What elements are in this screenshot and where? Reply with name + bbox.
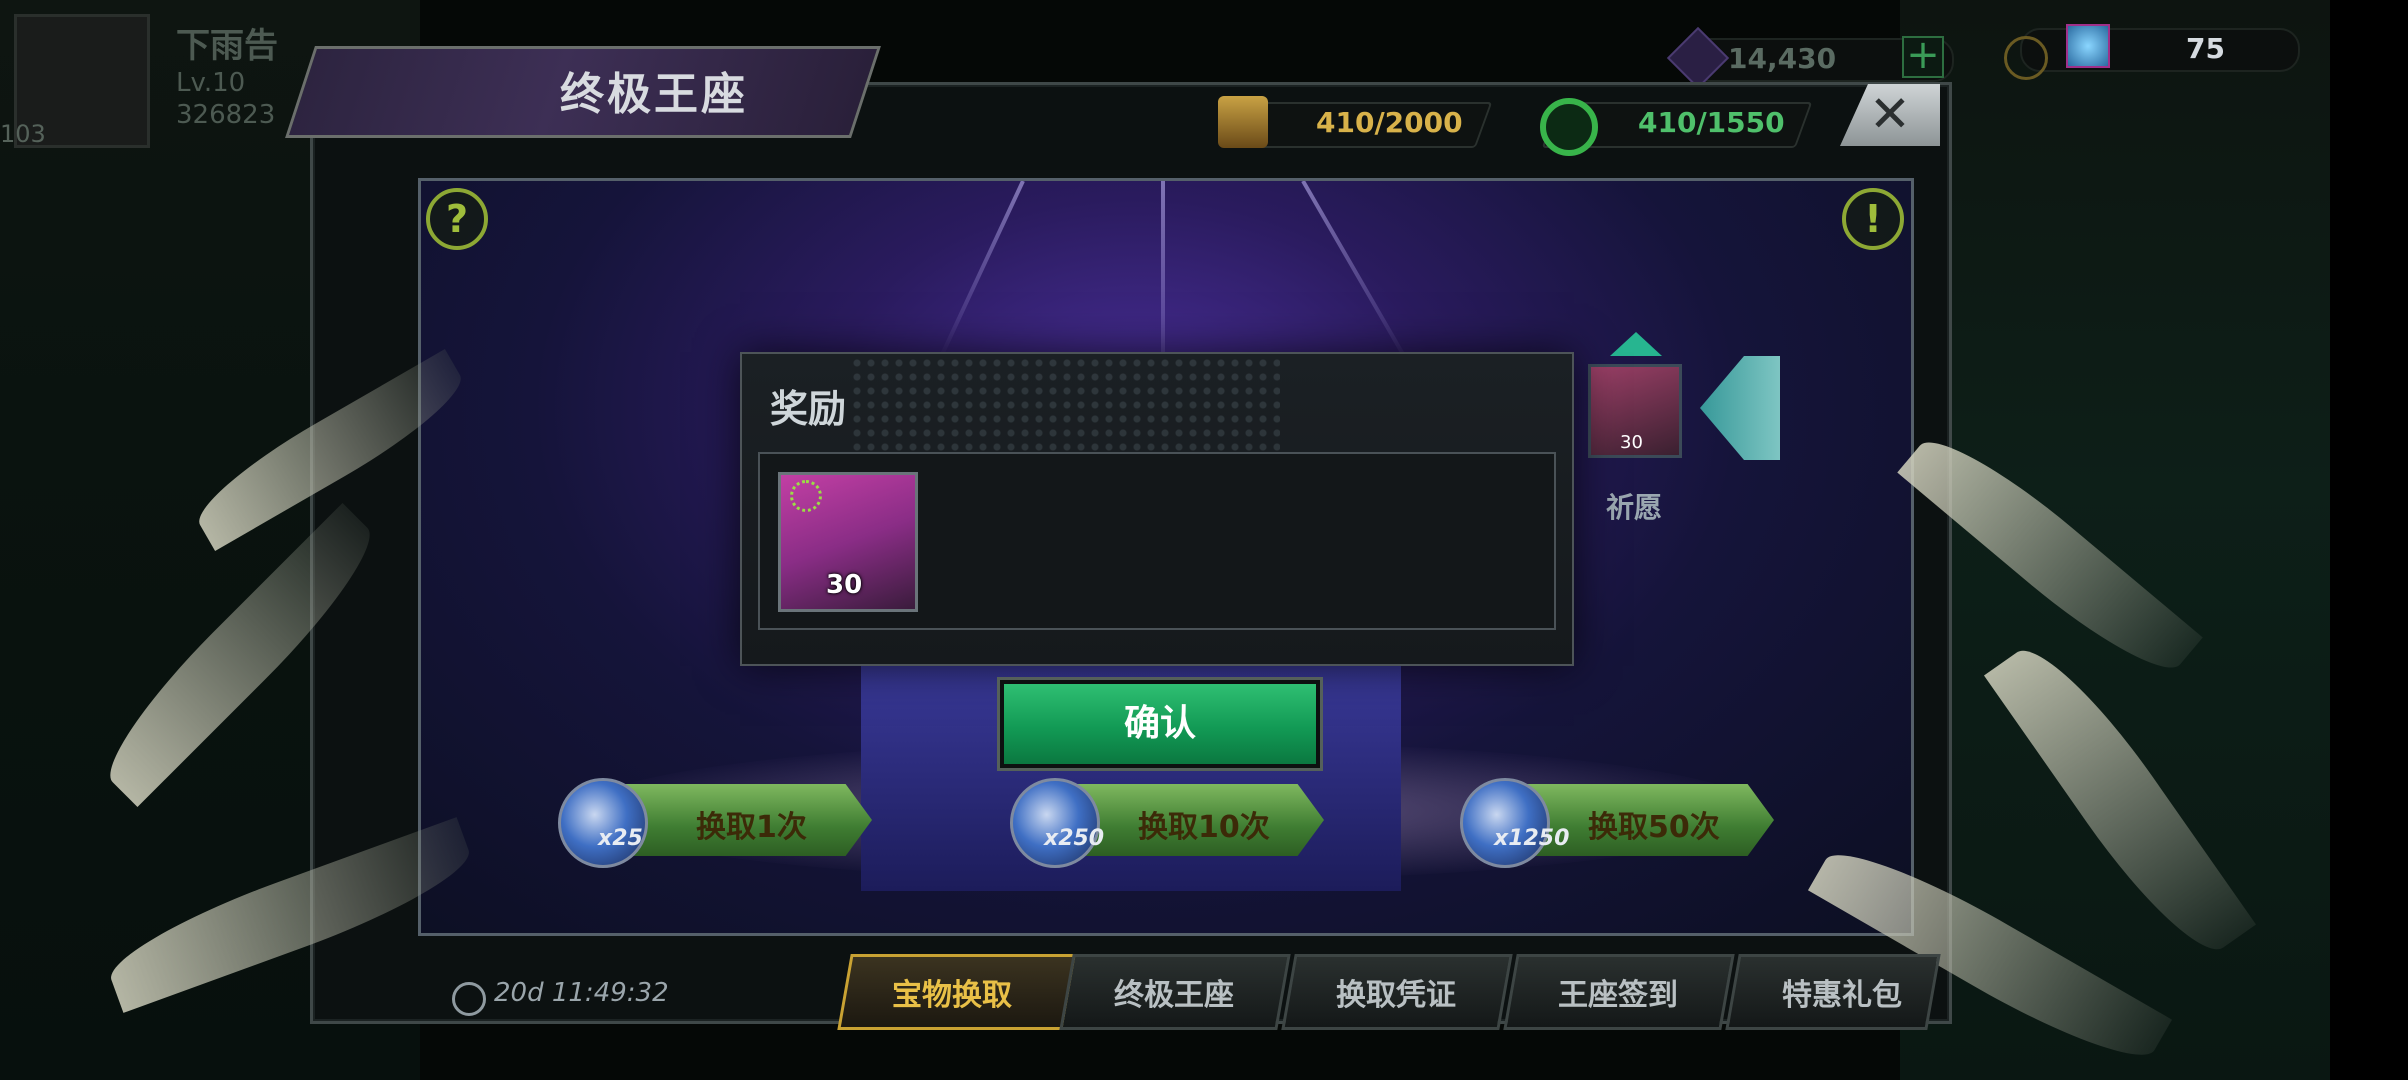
screen-edge [2330, 0, 2408, 1080]
exchange-10-label: 换取10次 [1138, 810, 1270, 845]
exchange-50-cost: x1250 [1494, 826, 1570, 851]
wish-card-count: 30 [1620, 432, 1643, 453]
tab-label: 终极王座 [1114, 978, 1234, 1013]
info-button[interactable]: ! [1842, 188, 1904, 250]
confirm-button[interactable]: 确认 [1000, 680, 1320, 768]
chevron-up-icon[interactable] [1610, 332, 1662, 356]
reward-count: 30 [826, 570, 863, 600]
premium-pill [2020, 28, 2300, 72]
crystal-icon [2066, 24, 2110, 68]
treasure-chest-icon [1218, 96, 1268, 148]
gems-value: 14,430 [1728, 42, 1837, 75]
wish-label[interactable]: 祈愿 [1606, 486, 1662, 526]
tab-label: 宝物换取 [892, 978, 1012, 1013]
orb-icon [1010, 778, 1100, 868]
modal-title: 奖励 [770, 387, 847, 431]
help-button[interactable]: ? [426, 188, 488, 250]
player-name: 下雨告 [176, 26, 278, 66]
token-icon [1540, 98, 1598, 156]
exchange-10-cost: x250 [1044, 826, 1105, 851]
tab-label: 换取凭证 [1336, 978, 1456, 1013]
coin-icon [2004, 36, 2048, 80]
event-timer: 20d 11:49:32 [494, 978, 669, 1008]
orb-icon [1460, 778, 1550, 868]
exchange-1-cost: x25 [598, 826, 643, 851]
add-gems-button[interactable]: + [1902, 35, 1944, 78]
chest-counter: 410/2000 [1316, 106, 1463, 139]
token-counter: 410/1550 [1638, 106, 1785, 139]
orb-icon [558, 778, 648, 868]
side-number: 103 [0, 120, 46, 148]
exchange-50-label: 换取50次 [1588, 810, 1720, 845]
modal-pattern [850, 356, 1280, 452]
light-ray [936, 181, 1025, 364]
exchange-1-label: 换取1次 [696, 810, 807, 845]
stopwatch-icon [452, 982, 486, 1016]
tab-label: 王座签到 [1558, 978, 1678, 1013]
player-id: 326823 [176, 100, 276, 130]
player-level: Lv.10 [176, 68, 246, 98]
light-ray [1301, 181, 1415, 373]
gear-icon [790, 480, 822, 512]
page-title: 终极王座 [560, 69, 748, 120]
tab-label: 特惠礼包 [1782, 978, 1902, 1013]
premium-value: 75 [2186, 32, 2225, 65]
